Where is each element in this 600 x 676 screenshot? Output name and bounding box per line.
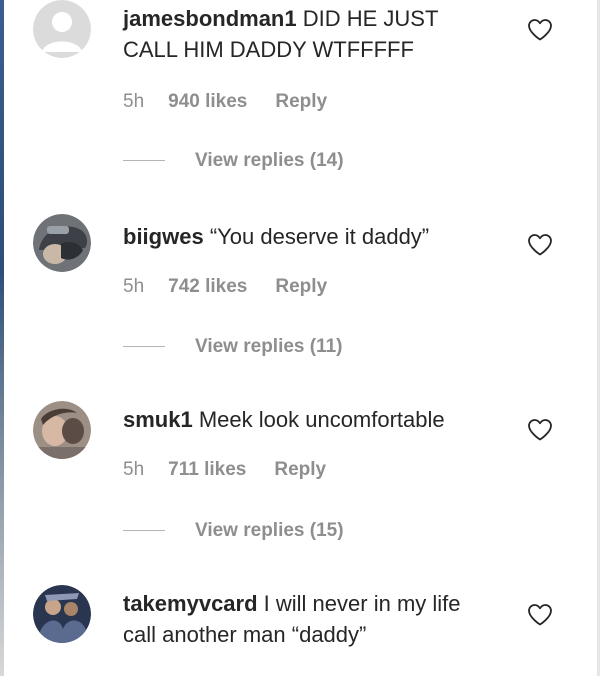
comment-text: smuk1 Meek look uncomfortable: [123, 404, 493, 435]
comment-text: biigwes “You deserve it daddy”: [123, 221, 493, 252]
window-edge-left: [0, 0, 4, 676]
comment-time: 5h: [123, 276, 145, 297]
avatar[interactable]: [33, 401, 91, 459]
heart-outline-icon[interactable]: [527, 418, 553, 442]
view-replies-button[interactable]: View replies (11): [123, 336, 343, 358]
comment-likes[interactable]: 711 likes: [168, 459, 246, 481]
comment-username[interactable]: takemyvcard: [123, 591, 258, 616]
reply-button[interactable]: Reply: [275, 276, 327, 298]
divider-line: [123, 530, 165, 532]
heart-outline-icon[interactable]: [527, 18, 553, 42]
comment-body: Meek look uncomfortable: [198, 407, 445, 432]
heart-outline-icon[interactable]: [527, 603, 553, 627]
reply-button[interactable]: Reply: [275, 91, 327, 113]
view-replies-button[interactable]: View replies (15): [123, 520, 344, 542]
comment-meta: 5h 940 likes Reply: [123, 91, 327, 113]
comment-text: jamesbondman1 DID HE JUST CALL HIM DADDY…: [123, 3, 493, 65]
comment-text: takemyvcard I will never in my life call…: [123, 588, 493, 650]
comment-likes[interactable]: 940 likes: [168, 91, 247, 113]
reply-button[interactable]: Reply: [274, 459, 326, 481]
avatar[interactable]: [33, 214, 91, 272]
divider-line: [123, 160, 165, 162]
heart-outline-icon[interactable]: [527, 233, 553, 257]
view-replies-label: View replies (15): [195, 520, 344, 541]
comment-username[interactable]: jamesbondman1: [123, 6, 297, 31]
view-replies-label: View replies (14): [195, 150, 344, 171]
comment-meta: 5h 711 likes Reply: [123, 459, 326, 481]
comment-username[interactable]: smuk1: [123, 407, 193, 432]
view-replies-label: View replies (11): [195, 336, 343, 357]
comment-meta: 5h 742 likes Reply: [123, 276, 327, 298]
avatar[interactable]: [33, 585, 91, 643]
view-replies-button[interactable]: View replies (14): [123, 150, 344, 172]
comment-username[interactable]: biigwes: [123, 224, 204, 249]
divider-line: [123, 346, 165, 348]
comment-body: “You deserve it daddy”: [209, 224, 430, 249]
comment-time: 5h: [123, 459, 145, 480]
avatar[interactable]: [33, 0, 91, 58]
comments-panel: jamesbondman1 DID HE JUST CALL HIM DADDY…: [0, 0, 600, 676]
comment-likes[interactable]: 742 likes: [168, 276, 247, 298]
comment-time: 5h: [123, 91, 145, 112]
